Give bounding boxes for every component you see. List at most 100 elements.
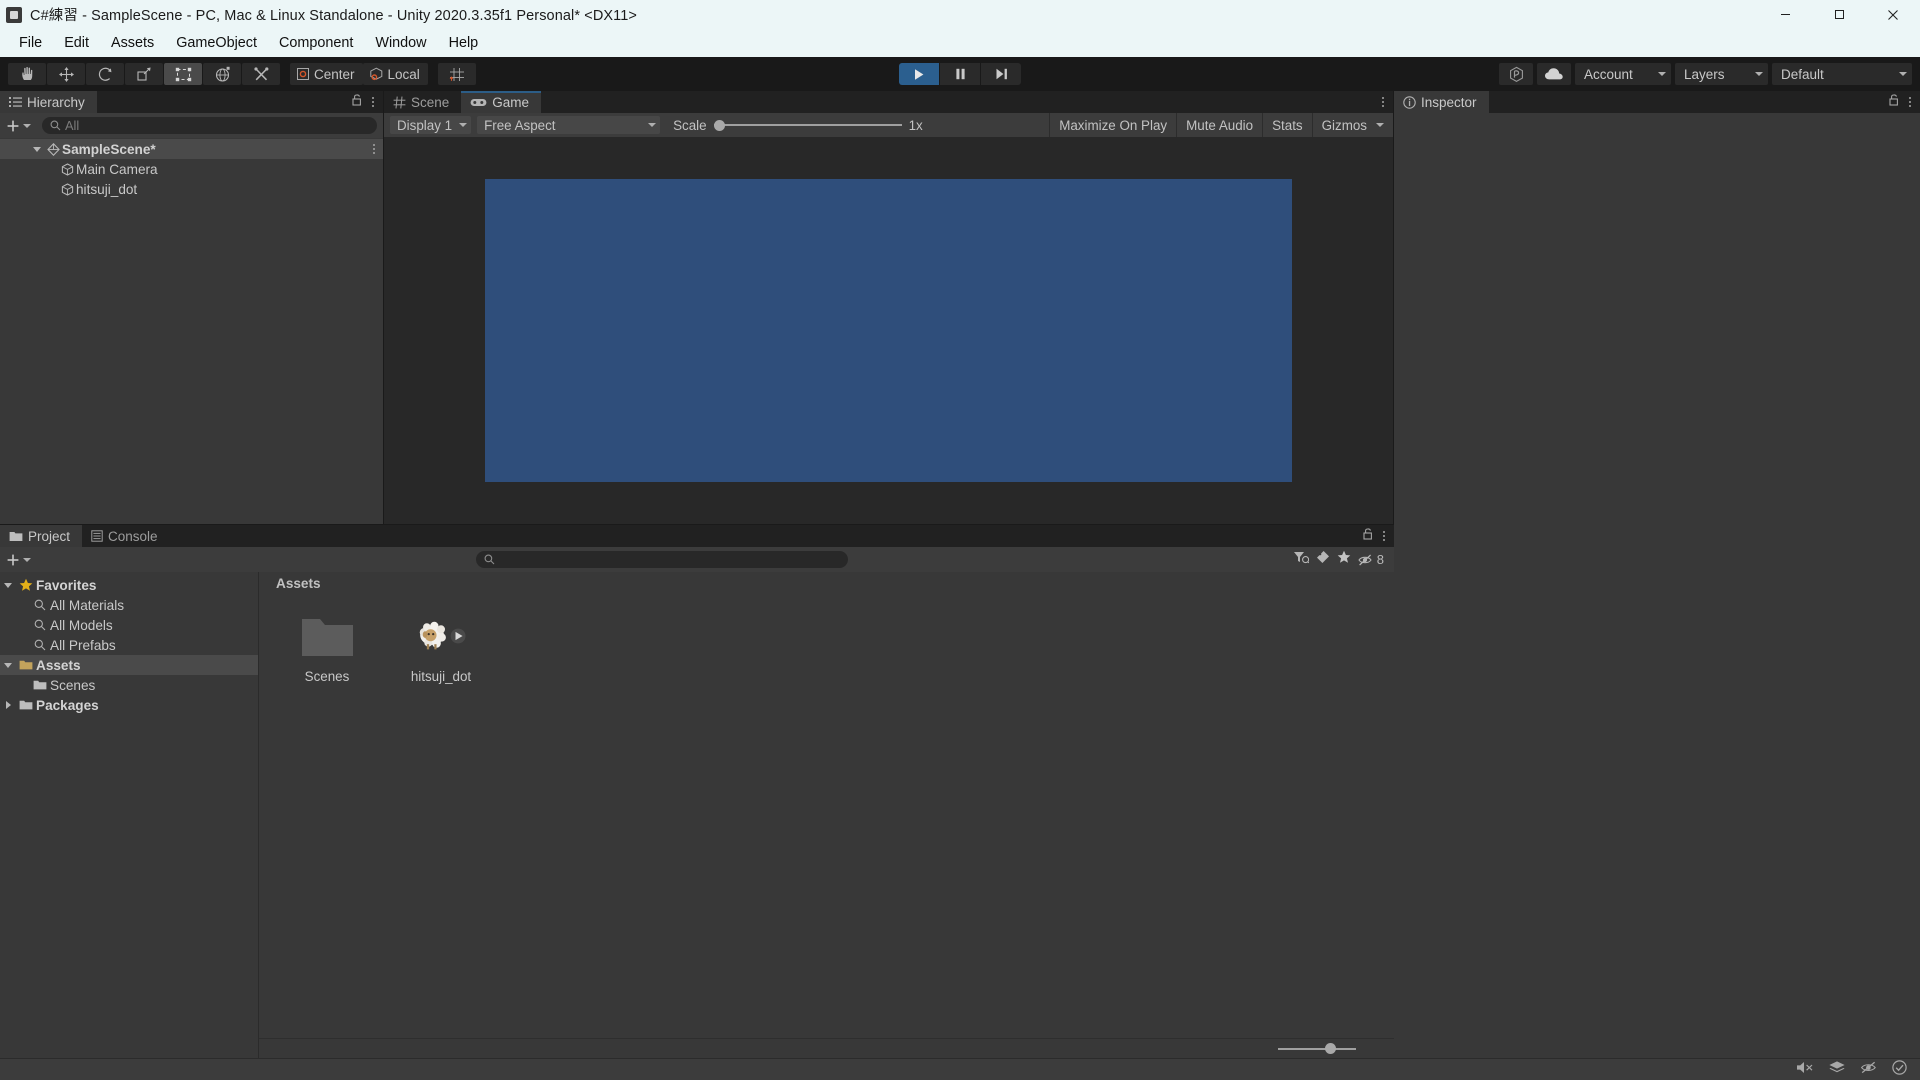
menu-gameobject[interactable]: GameObject (165, 32, 268, 54)
menu-edit[interactable]: Edit (53, 32, 100, 54)
lock-open-icon[interactable] (1889, 93, 1900, 111)
collab-button[interactable] (1499, 63, 1533, 85)
rect-tool-button[interactable] (164, 63, 202, 85)
project-tree-all-materials[interactable]: All Materials (0, 595, 258, 615)
asset-item-scenes[interactable]: Scenes (281, 610, 373, 684)
wrench-screwdriver-icon (253, 66, 268, 80)
menu-assets[interactable]: Assets (100, 32, 165, 54)
create-asset-button[interactable] (6, 553, 31, 567)
project-tree-assets[interactable]: Assets (0, 655, 258, 675)
display-dropdown[interactable]: Display 1 (390, 116, 472, 134)
pause-icon (955, 68, 965, 80)
rotate-tool-button[interactable] (86, 63, 124, 85)
project-tree-label: Favorites (36, 577, 97, 593)
pause-button[interactable] (940, 63, 980, 85)
cloud-button[interactable] (1537, 63, 1571, 85)
hidden-packages-button[interactable]: 8 (1358, 552, 1384, 567)
visibility-off-status-icon[interactable] (1860, 1060, 1878, 1080)
kebab-menu-icon[interactable] (1382, 97, 1384, 107)
handle-rotation-button[interactable]: Local (362, 63, 428, 85)
project-tree[interactable]: Favorites All Materials All Models All P… (0, 572, 259, 1058)
project-tree-favorites[interactable]: Favorites (0, 575, 258, 595)
layers-status-icon[interactable] (1828, 1060, 1846, 1080)
project-tree-all-models[interactable]: All Models (0, 615, 258, 635)
filter-by-type-icon[interactable] (1293, 550, 1309, 569)
stats-toggle[interactable]: Stats (1263, 118, 1312, 133)
maximize-button[interactable] (1812, 0, 1866, 29)
favorite-star-icon[interactable] (1337, 550, 1351, 569)
transform-tool-button[interactable] (203, 63, 241, 85)
asset-grid[interactable]: Scenes hitsuji_dot (259, 594, 1394, 1038)
menu-help[interactable]: Help (438, 32, 490, 54)
tab-hierarchy[interactable]: Hierarchy (0, 91, 97, 113)
game-view-toolbar: Display 1 Free Aspect Scale 1x Maximize … (384, 113, 1393, 137)
project-search-input[interactable] (475, 551, 848, 568)
hand-icon (21, 67, 32, 80)
project-tree-all-prefabs[interactable]: All Prefabs (0, 635, 258, 655)
maximize-on-play-toggle[interactable]: Maximize On Play (1050, 118, 1176, 133)
project-tree-scenes[interactable]: Scenes (0, 675, 258, 695)
menu-component[interactable]: Component (268, 32, 364, 54)
layout-dropdown[interactable]: Default (1772, 63, 1912, 85)
tab-inspector[interactable]: Inspector (1394, 91, 1489, 113)
minimize-button[interactable] (1758, 0, 1812, 29)
custom-tool-button[interactable] (242, 63, 280, 85)
hierarchy-row-main-camera[interactable]: Main Camera (0, 159, 383, 179)
close-button[interactable] (1866, 0, 1920, 29)
game-render-area[interactable] (485, 179, 1292, 482)
twisty-expanded-icon[interactable] (0, 582, 16, 588)
mute-audio-status-icon[interactable] (1796, 1060, 1814, 1080)
project-tree-packages[interactable]: Packages (0, 695, 258, 715)
lock-open-icon[interactable] (352, 93, 363, 111)
aspect-dropdown[interactable]: Free Aspect (477, 116, 661, 134)
asset-item-hitsuji-dot[interactable]: hitsuji_dot (395, 610, 487, 684)
scale-slider[interactable] (713, 119, 902, 131)
menu-window[interactable]: Window (364, 32, 437, 54)
project-panel: Project Console 8 Favorites All Material… (0, 524, 1394, 1058)
twisty-collapsed-icon[interactable] (0, 701, 16, 709)
lock-open-icon[interactable] (1363, 527, 1374, 545)
gizmos-dropdown[interactable]: Gizmos (1313, 118, 1376, 133)
create-gameobject-button[interactable] (6, 119, 31, 133)
layout-label: Default (1781, 66, 1824, 82)
chevron-down-icon[interactable] (1376, 123, 1384, 127)
mute-audio-toggle[interactable]: Mute Audio (1177, 118, 1262, 133)
hierarchy-row-samplescene[interactable]: SampleScene* (0, 139, 383, 159)
pivot-mode-button[interactable]: Center (290, 63, 363, 85)
twisty-expanded-icon[interactable] (0, 662, 16, 668)
tab-scene[interactable]: Scene (384, 91, 462, 113)
grid-snap-button[interactable] (437, 63, 476, 85)
hierarchy-row-hitsuji-dot[interactable]: hitsuji_dot (0, 179, 383, 199)
scale-icon (137, 67, 151, 81)
slider-knob[interactable] (713, 119, 725, 131)
transform-tools-group (8, 63, 280, 85)
kebab-menu-icon[interactable] (1909, 97, 1911, 107)
tab-console[interactable]: Console (82, 525, 170, 547)
kebab-menu-icon[interactable] (372, 97, 374, 107)
search-icon (30, 599, 50, 611)
hand-tool-button[interactable] (8, 63, 46, 85)
search-icon (484, 554, 495, 565)
menu-file[interactable]: File (8, 32, 53, 54)
filter-by-label-icon[interactable] (1316, 550, 1330, 569)
twisty-expanded-icon[interactable] (30, 146, 44, 152)
slider-knob[interactable] (1324, 1043, 1336, 1054)
play-button[interactable] (899, 63, 939, 85)
kebab-menu-icon[interactable] (1383, 531, 1385, 541)
step-button[interactable] (981, 63, 1021, 85)
asset-zoom-slider[interactable] (1278, 1043, 1356, 1055)
scale-tool-button[interactable] (125, 63, 163, 85)
layers-dropdown[interactable]: Layers (1675, 63, 1768, 85)
search-icon (50, 120, 61, 131)
tab-game-label: Game (492, 94, 530, 110)
hierarchy-tree[interactable]: SampleScene* Main Camera hitsuji_dot (0, 138, 383, 524)
tab-project[interactable]: Project (0, 525, 83, 547)
hierarchy-search-input[interactable]: All (42, 117, 377, 134)
check-circle-status-icon[interactable] (1892, 1059, 1907, 1080)
account-dropdown[interactable]: Account (1575, 63, 1671, 85)
game-view-surface[interactable] (384, 137, 1393, 524)
kebab-menu-icon[interactable] (373, 144, 375, 154)
move-tool-button[interactable] (47, 63, 85, 85)
search-icon (30, 619, 50, 631)
tab-game[interactable]: Game (461, 91, 542, 113)
